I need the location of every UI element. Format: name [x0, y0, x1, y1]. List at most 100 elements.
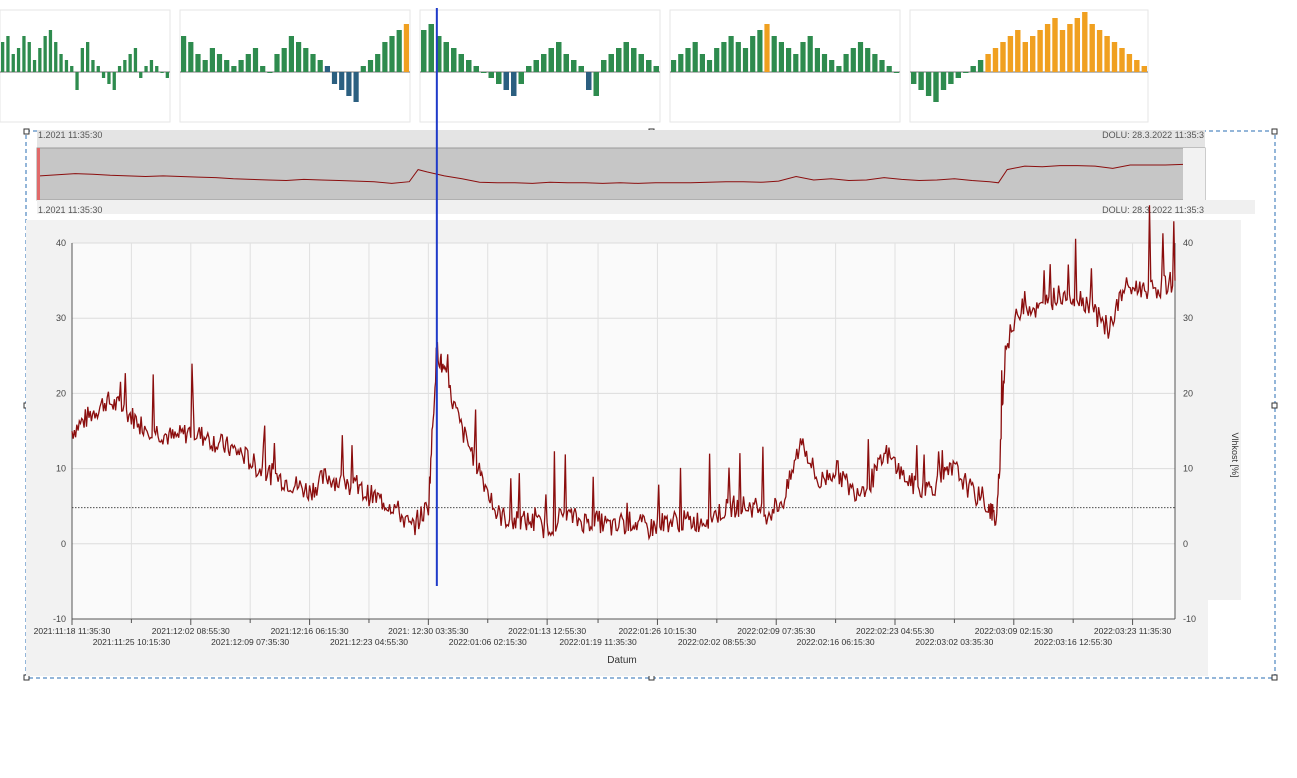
mini-chart-bar — [814, 48, 820, 72]
mini-chart-bar — [829, 60, 835, 72]
mini-chart-bar — [107, 72, 111, 84]
mini-chart-bar — [128, 54, 132, 72]
mini-chart-bar — [466, 60, 472, 72]
mini-chart-bar — [533, 60, 539, 72]
mini-chart-bar — [252, 48, 259, 72]
mini-chart-bar — [757, 30, 763, 72]
mini-chart-bar — [563, 54, 569, 72]
mini-chart-bar — [48, 30, 53, 72]
mini-chart-bar — [458, 54, 464, 72]
overview-navigator[interactable]: 1.2021 11:35:30 DOLU: 28.3.2022 11:35:3 … — [36, 130, 1255, 215]
mini-chart-bar — [631, 48, 637, 72]
y-tick-label-right: 40 — [1183, 238, 1193, 248]
mini-chart-bar — [396, 30, 402, 72]
mini-chart-bar — [144, 66, 148, 72]
mini-chart-bar — [117, 66, 122, 72]
mini-chart-bar — [541, 54, 547, 72]
mini-chart-bar — [181, 36, 187, 72]
mini-chart-bar — [879, 60, 885, 72]
mini-chart-bar — [216, 54, 223, 72]
mini-chart-bar — [918, 72, 924, 90]
mini-chart-bar — [1104, 36, 1110, 72]
x-tick-label: 2021:12:02 08:55:30 — [152, 626, 230, 636]
mini-chart-bar — [224, 60, 230, 72]
mini-chart-bar — [653, 66, 659, 72]
x-axis-label: Datum — [607, 655, 636, 666]
mini-chart-strip — [0, 9, 1149, 123]
mini-chart-panel-3 — [419, 9, 661, 123]
mini-chart-bar — [1, 42, 5, 72]
mini-chart-bar — [526, 66, 532, 72]
mini-chart-bar — [260, 66, 266, 72]
x-tick-label: 2022:03:16 12:55:30 — [1034, 637, 1112, 647]
mini-chart-bar — [786, 48, 792, 72]
mini-chart-bar — [764, 24, 770, 72]
mini-chart-bar — [985, 54, 991, 72]
mini-chart-bar — [1089, 24, 1095, 72]
mini-chart-bar — [1067, 24, 1073, 72]
x-tick-label: 2022:01:19 11:35:30 — [559, 637, 637, 647]
x-tick-label: 2022:02:09 07:35:30 — [737, 626, 815, 636]
mini-chart-bar — [843, 54, 849, 72]
x-tick-label: 2021:12:16 06:15:30 — [271, 626, 349, 636]
mini-chart-bar — [511, 72, 517, 96]
mini-chart-panel-5 — [909, 9, 1149, 123]
mini-chart-bar — [38, 48, 42, 72]
mini-chart-bar — [800, 42, 806, 72]
y-tick-label-right: -10 — [1183, 614, 1196, 624]
mini-chart-bar — [706, 60, 713, 72]
mini-chart-bar — [872, 54, 878, 72]
mini-chart-bar — [59, 54, 63, 72]
mini-chart-bar — [139, 72, 143, 78]
y-tick-label-left: 40 — [56, 238, 66, 248]
y-tick-label-right: 20 — [1183, 388, 1193, 398]
overview-top-left-label: 1.2021 11:35:30 — [38, 130, 102, 140]
mini-chart-bar — [850, 48, 856, 72]
mini-chart-bar — [678, 54, 684, 72]
x-tick-label: 2021:11:25 10:15:30 — [93, 637, 171, 647]
mini-chart-bar — [807, 36, 813, 72]
mini-chart-panel-2 — [179, 9, 411, 123]
mini-chart-bar — [245, 54, 251, 72]
overview-end-label: DOLU: 28.3.2022 11:35:3 — [1102, 205, 1204, 215]
mini-chart-bar — [793, 54, 799, 72]
mini-chart-bar — [586, 72, 592, 90]
mini-chart-bar — [91, 60, 95, 72]
mini-chart-bar — [857, 42, 864, 72]
mini-chart-bar — [360, 66, 366, 72]
mini-chart-bar — [1134, 60, 1140, 72]
x-tick-label: 2021:12:23 04:55:30 — [330, 637, 408, 647]
mini-chart-bar — [421, 30, 427, 72]
mini-chart-bar — [317, 60, 323, 72]
y-tick-label-left: 0 — [61, 539, 66, 549]
mini-chart-bar — [735, 42, 741, 72]
x-tick-label: 2022:01:06 02:15:30 — [449, 637, 527, 647]
mini-chart-bar — [518, 72, 524, 84]
mini-chart-bar — [933, 72, 939, 102]
mini-chart-bar — [1111, 42, 1118, 72]
mini-chart-bar — [70, 66, 74, 72]
mini-chart-bar — [149, 60, 154, 72]
mini-chart-bar — [992, 48, 999, 72]
mini-chart-bar — [382, 42, 388, 72]
mini-chart-bar — [623, 42, 629, 72]
x-tick-label: 2021:11:18 11:35:30 — [34, 626, 111, 636]
mini-chart-bar — [503, 72, 509, 90]
mini-chart-bar — [1030, 36, 1036, 72]
mini-chart-bar — [75, 72, 79, 90]
mini-chart-bar — [267, 72, 273, 73]
mini-chart-bar — [578, 66, 584, 72]
mini-chart-bar — [281, 48, 287, 72]
overview-start-label: 1.2021 11:35:30 — [38, 205, 102, 215]
mini-chart-bar — [1126, 54, 1133, 72]
mini-chart-bar — [638, 54, 644, 72]
mini-chart-panel-1 — [0, 9, 171, 123]
mini-chart-bar — [43, 36, 47, 72]
x-tick-label: 2021:12:09 07:35:30 — [211, 637, 289, 647]
mini-chart-bar — [428, 24, 434, 72]
mini-chart-bar — [375, 54, 381, 72]
mini-chart-bar — [303, 48, 309, 72]
x-tick-label: 2022:03:23 11:35:30 — [1094, 626, 1172, 636]
mini-chart-bar — [324, 66, 330, 72]
mini-chart-bar — [238, 60, 244, 72]
